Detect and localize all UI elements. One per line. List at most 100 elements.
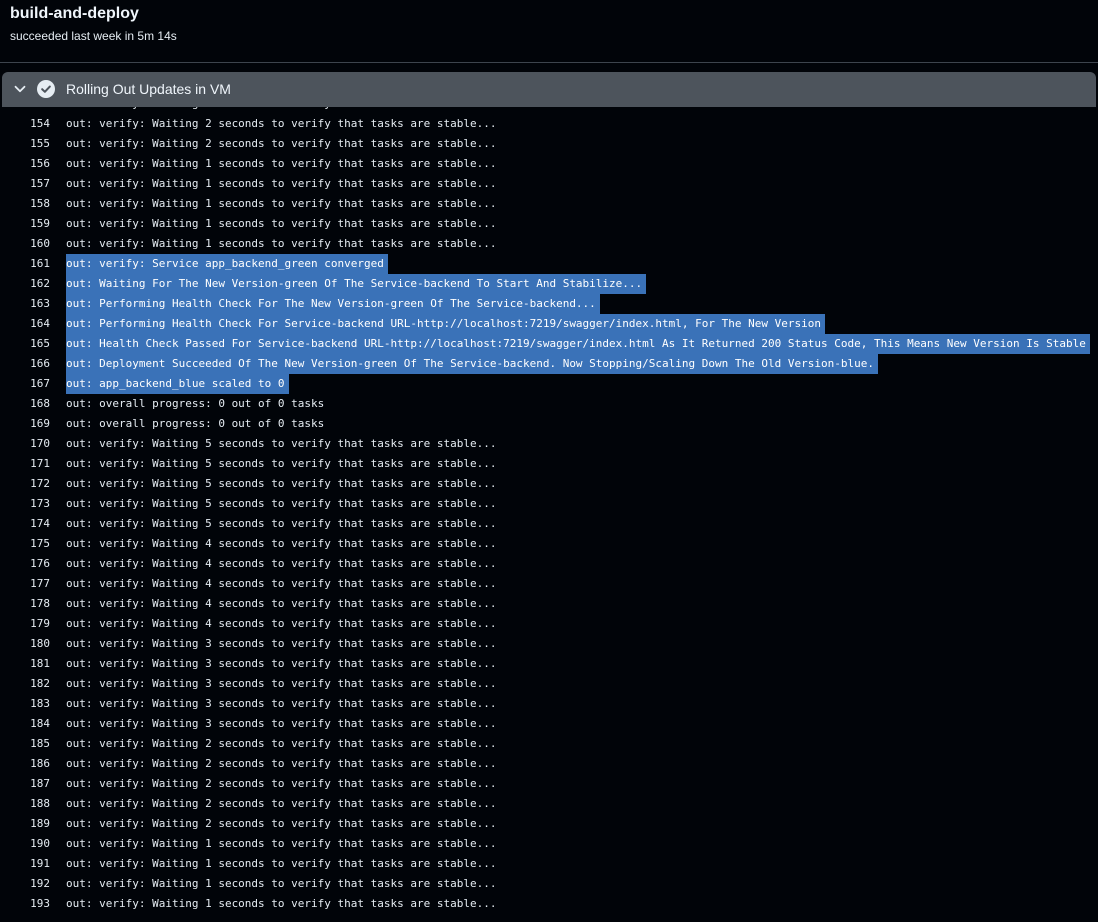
log-line[interactable]: 190 out: verify: Waiting 1 seconds to ver… <box>0 834 1098 854</box>
line-number[interactable]: 180 <box>0 634 50 654</box>
log-line[interactable]: 193 out: verify: Waiting 1 seconds to ver… <box>0 894 1098 914</box>
log-line[interactable]: 171 out: verify: Waiting 5 seconds to ver… <box>0 454 1098 474</box>
log-line-text: out: verify: Waiting 5 seconds to verify… <box>66 497 497 510</box>
log-line-text: out: Deployment Succeeded Of The New Ver… <box>66 354 878 374</box>
log-line[interactable]: 157 out: verify: Waiting 1 seconds to ver… <box>0 174 1098 194</box>
log-line[interactable]: 159 out: verify: Waiting 1 seconds to ver… <box>0 214 1098 234</box>
line-number[interactable]: 192 <box>0 874 50 894</box>
line-number[interactable]: 154 <box>0 114 50 134</box>
log-line-text: out: verify: Waiting 2 seconds to verify… <box>66 117 497 130</box>
log-line[interactable]: 160 out: verify: Waiting 1 seconds to ver… <box>0 234 1098 254</box>
log-line[interactable]: 179 out: verify: Waiting 4 seconds to ver… <box>0 614 1098 634</box>
log-line[interactable]: 165 out: Health Check Passed For Service-… <box>0 334 1098 354</box>
line-number[interactable]: 162 <box>0 274 50 294</box>
line-number[interactable]: 166 <box>0 354 50 374</box>
line-number[interactable]: 160 <box>0 234 50 254</box>
line-number[interactable]: 174 <box>0 514 50 534</box>
line-number[interactable]: 165 <box>0 334 50 354</box>
log-line[interactable]: 188 out: verify: Waiting 2 seconds to ver… <box>0 794 1098 814</box>
line-number[interactable]: 155 <box>0 134 50 154</box>
log-line[interactable]: 189 out: verify: Waiting 2 seconds to ver… <box>0 814 1098 834</box>
line-number[interactable]: 163 <box>0 294 50 314</box>
log-line-text: out: verify: Waiting 3 seconds to verify… <box>66 657 497 670</box>
log-line-text: out: verify: Waiting 2 seconds to verify… <box>66 757 497 770</box>
line-number[interactable]: 187 <box>0 774 50 794</box>
log-line[interactable]: 186 out: verify: Waiting 2 seconds to ver… <box>0 754 1098 774</box>
log-line[interactable]: 187 out: verify: Waiting 2 seconds to ver… <box>0 774 1098 794</box>
log-line[interactable]: 158 out: verify: Waiting 1 seconds to ver… <box>0 194 1098 214</box>
line-number[interactable]: 173 <box>0 494 50 514</box>
line-number[interactable]: 178 <box>0 594 50 614</box>
line-number[interactable]: 158 <box>0 194 50 214</box>
log-line-text: out: verify: Waiting 4 seconds to verify… <box>66 597 497 610</box>
line-number[interactable]: 164 <box>0 314 50 334</box>
log-line-text: out: Performing Health Check For Service… <box>66 314 825 334</box>
line-number[interactable]: 181 <box>0 654 50 674</box>
line-number[interactable]: 193 <box>0 894 50 914</box>
step-header[interactable]: Rolling Out Updates in VM <box>2 72 1096 107</box>
log-line[interactable]: 172 out: verify: Waiting 5 seconds to ver… <box>0 474 1098 494</box>
line-number[interactable]: 184 <box>0 714 50 734</box>
log-line[interactable]: 175 out: verify: Waiting 4 seconds to ver… <box>0 534 1098 554</box>
line-number[interactable]: 185 <box>0 734 50 754</box>
line-number[interactable]: 183 <box>0 694 50 714</box>
log-line-text: out: verify: Waiting 4 seconds to verify… <box>66 537 497 550</box>
log-line[interactable]: 173 out: verify: Waiting 5 seconds to ver… <box>0 494 1098 514</box>
line-number[interactable]: 157 <box>0 174 50 194</box>
line-number[interactable]: 188 <box>0 794 50 814</box>
log-line[interactable]: 169 out: overall progress: 0 out of 0 tas… <box>0 414 1098 434</box>
log-line[interactable]: 176 out: verify: Waiting 4 seconds to ver… <box>0 554 1098 574</box>
line-number[interactable]: 170 <box>0 434 50 454</box>
log-line[interactable]: 183 out: verify: Waiting 3 seconds to ver… <box>0 694 1098 714</box>
log-line-text: out: Waiting For The New Version-green O… <box>66 274 647 294</box>
log-line[interactable]: 163 out: Performing Health Check For The … <box>0 294 1098 314</box>
log-line[interactable]: 170 out: verify: Waiting 5 seconds to ver… <box>0 434 1098 454</box>
log-line[interactable]: 192 out: verify: Waiting 1 seconds to ver… <box>0 874 1098 894</box>
log-line[interactable]: 155 out: verify: Waiting 2 seconds to ver… <box>0 134 1098 154</box>
log-line[interactable]: 191 out: verify: Waiting 1 seconds to ver… <box>0 854 1098 874</box>
job-status: succeeded last week in 5m 14s <box>10 29 177 43</box>
log-line[interactable]: 167 out: app_backend_blue scaled to 0 <box>0 374 1098 394</box>
line-number[interactable]: 169 <box>0 414 50 434</box>
log-line[interactable]: 178 out: verify: Waiting 4 seconds to ver… <box>0 594 1098 614</box>
line-number[interactable]: 189 <box>0 814 50 834</box>
line-number[interactable]: 172 <box>0 474 50 494</box>
log-viewer[interactable]: 153out: verify: Waiting 2 seconds to ver… <box>0 97 1098 922</box>
log-line[interactable]: 180 out: verify: Waiting 3 seconds to ver… <box>0 634 1098 654</box>
line-number[interactable]: 190 <box>0 834 50 854</box>
log-line[interactable]: 164 out: Performing Health Check For Serv… <box>0 314 1098 334</box>
line-number[interactable]: 171 <box>0 454 50 474</box>
log-line-text: out: verify: Waiting 2 seconds to verify… <box>66 777 497 790</box>
log-line-text: out: verify: Waiting 4 seconds to verify… <box>66 577 497 590</box>
line-number[interactable]: 161 <box>0 254 50 274</box>
log-line-text: out: verify: Service app_backend_green c… <box>66 254 388 274</box>
log-line[interactable]: 154 out: verify: Waiting 2 seconds to ver… <box>0 114 1098 134</box>
log-line[interactable]: 162 out: Waiting For The New Version-gree… <box>0 274 1098 294</box>
job-header: build-and-deploy succeeded last week in … <box>0 0 1098 63</box>
line-number[interactable]: 182 <box>0 674 50 694</box>
log-line[interactable]: 166 out: Deployment Succeeded Of The New … <box>0 354 1098 374</box>
log-line[interactable]: 168 out: overall progress: 0 out of 0 tas… <box>0 394 1098 414</box>
log-line[interactable]: 174 out: verify: Waiting 5 seconds to ver… <box>0 514 1098 534</box>
line-number[interactable]: 159 <box>0 214 50 234</box>
line-number[interactable]: 177 <box>0 574 50 594</box>
line-number[interactable]: 168 <box>0 394 50 414</box>
line-number[interactable]: 186 <box>0 754 50 774</box>
log-line[interactable]: 177 out: verify: Waiting 4 seconds to ver… <box>0 574 1098 594</box>
log-line-text: out: verify: Waiting 1 seconds to verify… <box>66 857 497 870</box>
log-line-text: out: overall progress: 0 out of 0 tasks <box>66 417 325 430</box>
log-line[interactable]: 185 out: verify: Waiting 2 seconds to ver… <box>0 734 1098 754</box>
line-number[interactable]: 179 <box>0 614 50 634</box>
line-number[interactable]: 156 <box>0 154 50 174</box>
log-line[interactable]: 161 out: verify: Service app_backend_gree… <box>0 254 1098 274</box>
line-number[interactable]: 176 <box>0 554 50 574</box>
log-line[interactable]: 182 out: verify: Waiting 3 seconds to ver… <box>0 674 1098 694</box>
log-line[interactable]: 156 out: verify: Waiting 1 seconds to ver… <box>0 154 1098 174</box>
line-number[interactable]: 175 <box>0 534 50 554</box>
log-lines: 153out: verify: Waiting 2 seconds to ver… <box>0 97 1098 914</box>
line-number[interactable]: 191 <box>0 854 50 874</box>
chevron-down-icon[interactable] <box>11 80 29 98</box>
log-line[interactable]: 181 out: verify: Waiting 3 seconds to ver… <box>0 654 1098 674</box>
log-line[interactable]: 184 out: verify: Waiting 3 seconds to ver… <box>0 714 1098 734</box>
line-number[interactable]: 167 <box>0 374 50 394</box>
